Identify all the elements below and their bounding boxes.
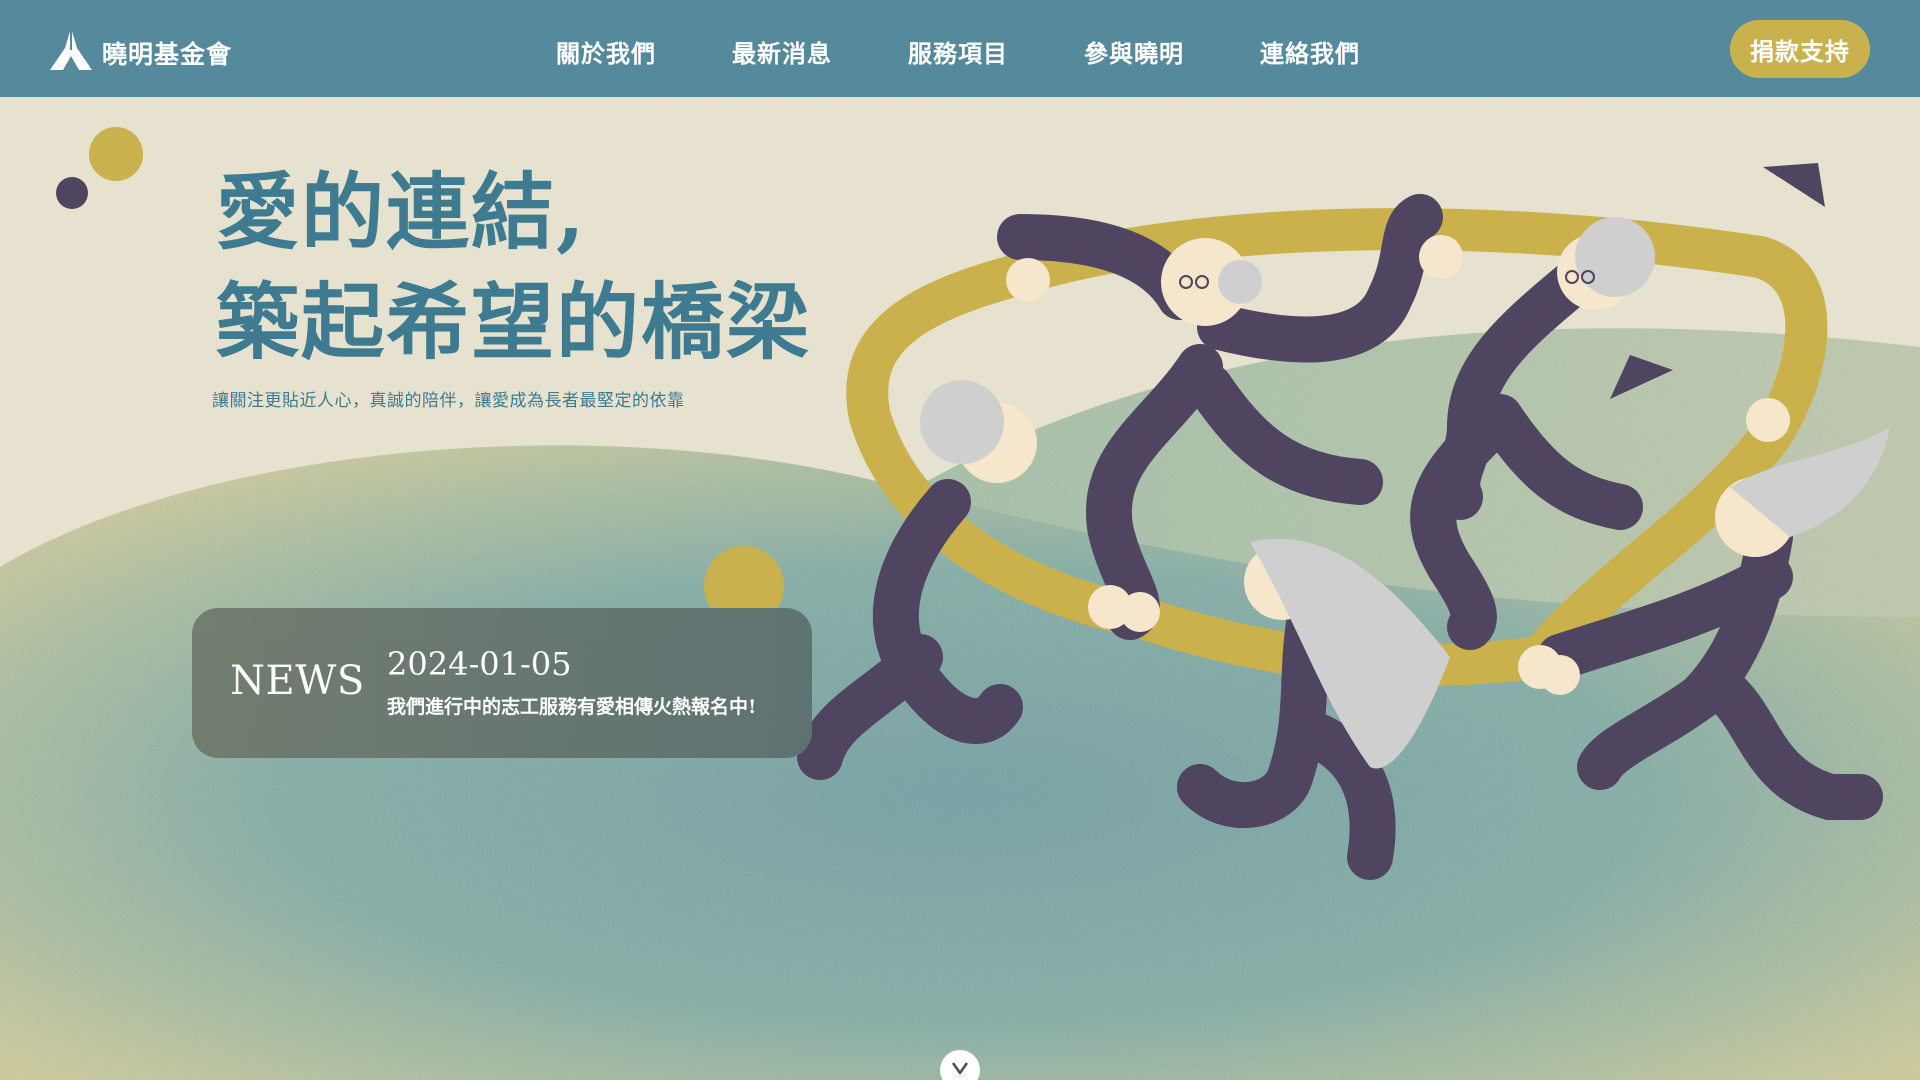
mountain-logo-icon — [50, 28, 92, 70]
hero-headline: 愛的連結, 築起希望的橋梁 — [216, 157, 811, 377]
news-title[interactable]: 我們進行中的志工服務有愛相傳火熱報名中! — [387, 692, 756, 719]
decor-gold-dot — [89, 127, 143, 181]
nav-item-participate[interactable]: 參與曉明 — [1084, 34, 1184, 69]
headline-line-1: 愛的連結, — [216, 163, 587, 261]
donate-button[interactable]: 捐款支持 — [1730, 20, 1870, 78]
nav-item-about[interactable]: 關於我們 — [556, 34, 656, 69]
headline-line-2: 築起希望的橋梁 — [216, 273, 811, 371]
news-label: NEWS — [230, 658, 365, 704]
nav-item-contact[interactable]: 連絡我們 — [1260, 34, 1360, 69]
chevron-down-icon — [952, 1062, 968, 1074]
nav-item-services[interactable]: 服務項目 — [908, 34, 1008, 69]
nav-item-news[interactable]: 最新消息 — [732, 34, 832, 69]
brand-name: 曉明基金會 — [102, 40, 233, 69]
hero-section: 愛的連結, 築起希望的橋梁 讓關注更貼近人心，真誠的陪伴，讓愛成為長者最堅定的依… — [0, 97, 1920, 1080]
decor-purple-dot — [56, 177, 88, 209]
brand-logo-link[interactable]: 曉明基金會 — [48, 26, 232, 72]
main-nav: 關於我們 最新消息 服務項目 參與曉明 連絡我們 — [556, 34, 1360, 69]
news-date: 2024-01-05 — [387, 645, 572, 683]
top-navbar: 曉明基金會 關於我們 最新消息 服務項目 參與曉明 連絡我們 捐款支持 — [0, 0, 1920, 97]
hero-subline: 讓關注更貼近人心，真誠的陪伴，讓愛成為長者最堅定的依靠 — [212, 391, 685, 411]
news-card[interactable]: NEWS 2024-01-05 我們進行中的志工服務有愛相傳火熱報名中! — [192, 608, 812, 758]
